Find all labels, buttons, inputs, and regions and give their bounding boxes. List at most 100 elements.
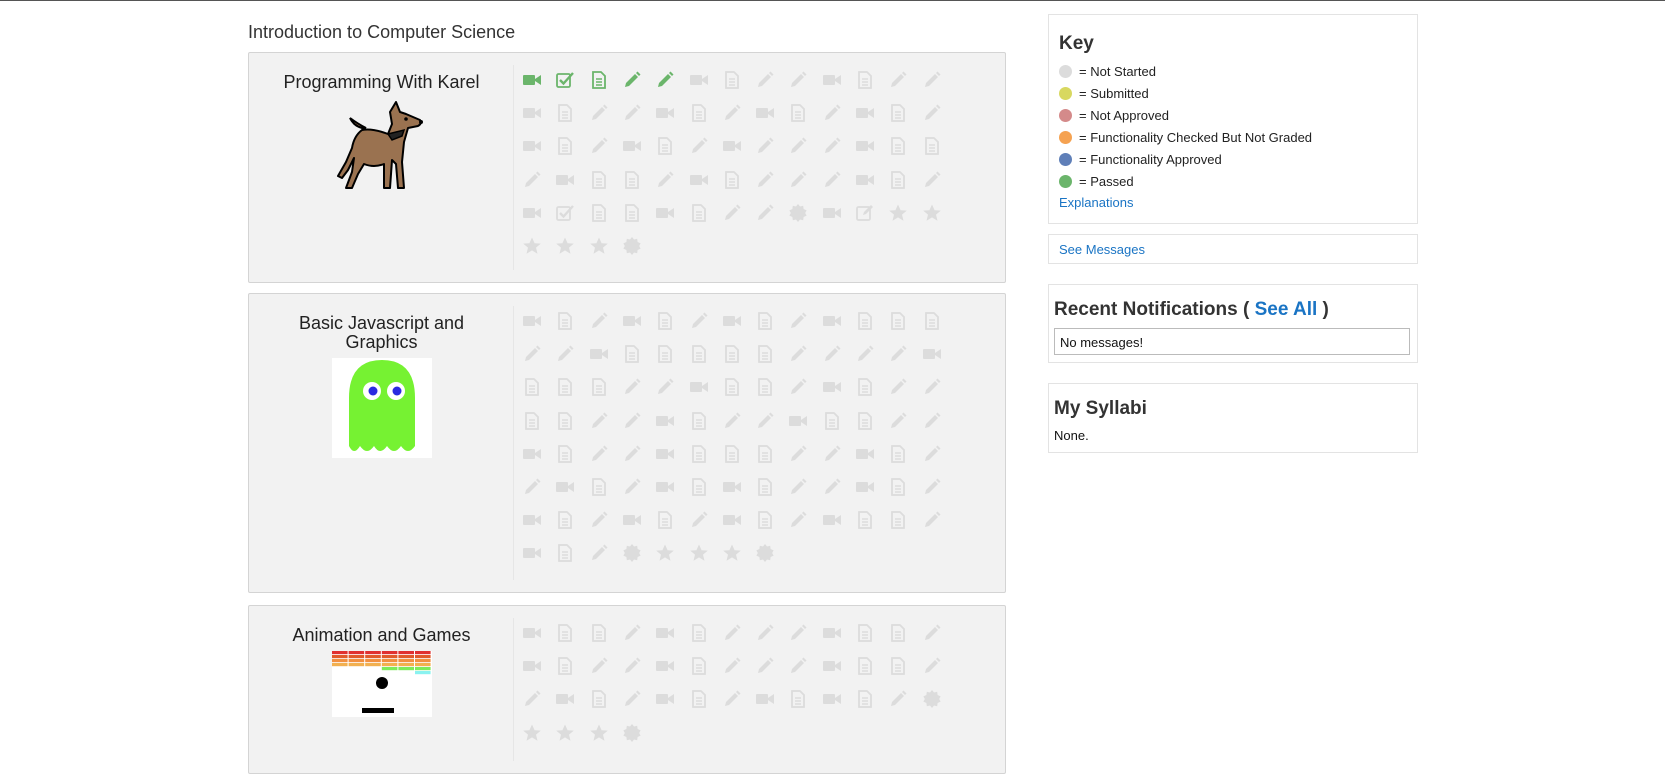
assignment-item[interactable] — [552, 200, 578, 226]
assignment-item[interactable] — [719, 620, 745, 646]
assignment-item[interactable] — [885, 308, 911, 334]
assignment-item[interactable] — [885, 341, 911, 367]
green-ghost-image[interactable] — [331, 358, 432, 458]
assignment-item[interactable] — [586, 686, 612, 712]
assignment-item[interactable] — [686, 441, 712, 467]
assignment-item[interactable] — [752, 620, 778, 646]
assignment-item[interactable] — [586, 167, 612, 193]
assignment-item[interactable] — [586, 133, 612, 159]
assignment-item[interactable] — [552, 167, 578, 193]
assignment-item[interactable] — [852, 374, 878, 400]
assignment-item[interactable] — [686, 200, 712, 226]
assignment-item[interactable] — [619, 720, 645, 746]
assignment-item[interactable] — [519, 441, 545, 467]
assignment-item[interactable] — [719, 374, 745, 400]
assignment-item[interactable] — [519, 474, 545, 500]
assignment-item[interactable] — [586, 233, 612, 259]
assignment-item[interactable] — [885, 100, 911, 126]
see-messages-link[interactable]: See Messages — [1059, 242, 1145, 257]
assignment-item[interactable] — [785, 100, 811, 126]
assignment-item[interactable] — [686, 408, 712, 434]
assignment-item[interactable] — [686, 100, 712, 126]
assignment-item[interactable] — [719, 167, 745, 193]
assignment-item[interactable] — [519, 653, 545, 679]
assignment-item[interactable] — [519, 686, 545, 712]
assignment-item[interactable] — [752, 200, 778, 226]
assignment-item[interactable] — [686, 686, 712, 712]
assignment-item[interactable] — [519, 507, 545, 533]
assignment-item[interactable] — [752, 540, 778, 566]
assignment-item[interactable] — [586, 441, 612, 467]
assignment-item[interactable] — [919, 67, 945, 93]
assignment-item[interactable] — [852, 200, 878, 226]
karel-dog-image[interactable] — [332, 98, 432, 198]
assignment-item[interactable] — [719, 686, 745, 712]
assignment-item[interactable] — [619, 133, 645, 159]
assignment-item[interactable] — [885, 133, 911, 159]
assignment-item[interactable] — [586, 408, 612, 434]
assignment-item[interactable] — [752, 100, 778, 126]
assignment-item[interactable] — [619, 167, 645, 193]
assignment-item[interactable] — [586, 540, 612, 566]
assignment-item[interactable] — [719, 474, 745, 500]
explanations-link[interactable]: Explanations — [1059, 195, 1133, 210]
assignment-item[interactable] — [586, 374, 612, 400]
assignment-item[interactable] — [619, 540, 645, 566]
assignment-item[interactable] — [552, 233, 578, 259]
assignment-item[interactable] — [819, 507, 845, 533]
assignment-item[interactable] — [785, 374, 811, 400]
assignment-item[interactable] — [552, 474, 578, 500]
assignment-item[interactable] — [819, 686, 845, 712]
assignment-item[interactable] — [719, 67, 745, 93]
assignment-item[interactable] — [619, 653, 645, 679]
assignment-item[interactable] — [619, 620, 645, 646]
assignment-item[interactable] — [652, 686, 678, 712]
assignment-item[interactable] — [752, 507, 778, 533]
assignment-item[interactable] — [519, 200, 545, 226]
assignment-item[interactable] — [752, 374, 778, 400]
assignment-item[interactable] — [719, 507, 745, 533]
assignment-item[interactable] — [785, 341, 811, 367]
assignment-item[interactable] — [819, 100, 845, 126]
assignment-item[interactable] — [819, 441, 845, 467]
see-all-link[interactable]: See All — [1255, 299, 1318, 320]
assignment-item[interactable] — [619, 408, 645, 434]
assignment-item[interactable] — [586, 720, 612, 746]
assignment-item[interactable] — [519, 540, 545, 566]
assignment-item[interactable] — [586, 308, 612, 334]
assignment-item[interactable] — [719, 308, 745, 334]
assignment-item[interactable] — [752, 308, 778, 334]
assignment-item[interactable] — [652, 67, 678, 93]
assignment-item[interactable] — [519, 100, 545, 126]
assignment-item[interactable] — [919, 167, 945, 193]
assignment-item[interactable] — [586, 341, 612, 367]
assignment-item[interactable] — [752, 441, 778, 467]
assignment-item[interactable] — [619, 441, 645, 467]
assignment-item[interactable] — [719, 441, 745, 467]
assignment-item[interactable] — [586, 200, 612, 226]
assignment-item[interactable] — [619, 233, 645, 259]
assignment-item[interactable] — [919, 100, 945, 126]
assignment-item[interactable] — [785, 200, 811, 226]
assignment-item[interactable] — [819, 200, 845, 226]
assignment-item[interactable] — [619, 374, 645, 400]
assignment-item[interactable] — [852, 441, 878, 467]
assignment-item[interactable] — [519, 374, 545, 400]
assignment-item[interactable] — [819, 341, 845, 367]
assignment-item[interactable] — [885, 620, 911, 646]
assignment-item[interactable] — [519, 233, 545, 259]
assignment-item[interactable] — [919, 308, 945, 334]
assignment-item[interactable] — [652, 653, 678, 679]
assignment-item[interactable] — [719, 653, 745, 679]
assignment-item[interactable] — [552, 720, 578, 746]
assignment-item[interactable] — [652, 100, 678, 126]
assignment-item[interactable] — [819, 67, 845, 93]
assignment-item[interactable] — [919, 686, 945, 712]
assignment-item[interactable] — [785, 67, 811, 93]
assignment-item[interactable] — [586, 620, 612, 646]
assignment-item[interactable] — [652, 308, 678, 334]
assignment-item[interactable] — [519, 308, 545, 334]
assignment-item[interactable] — [719, 200, 745, 226]
assignment-item[interactable] — [819, 133, 845, 159]
assignment-item[interactable] — [852, 620, 878, 646]
